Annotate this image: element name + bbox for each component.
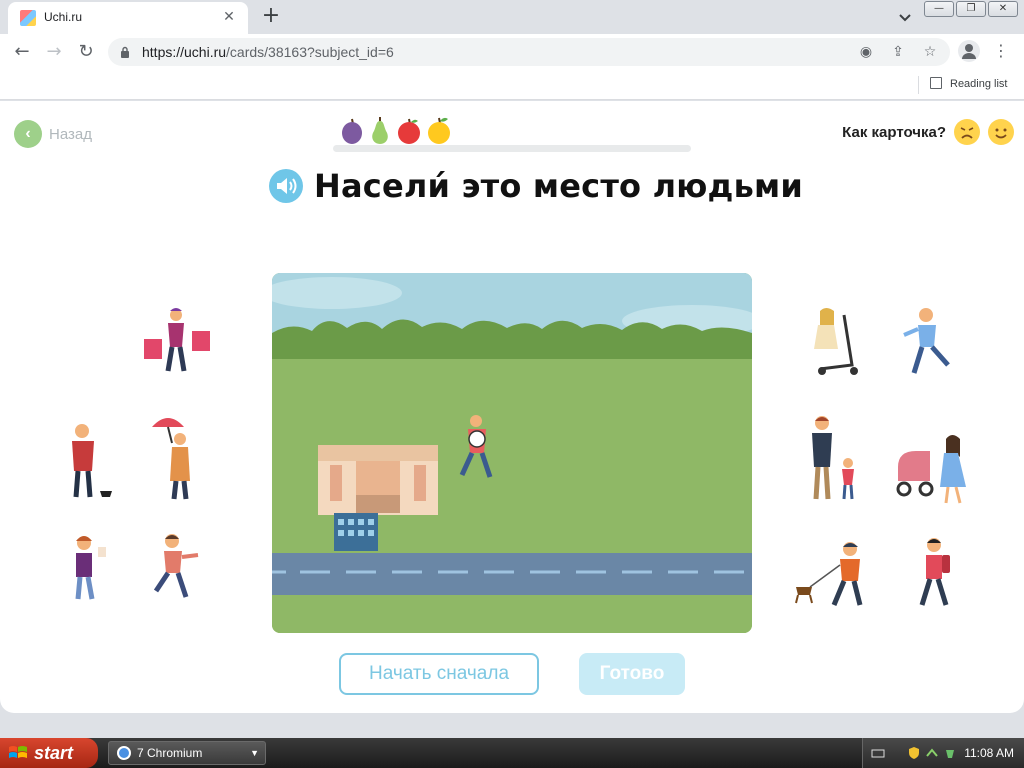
- chevron-down-icon[interactable]: [896, 8, 914, 26]
- done-button[interactable]: Готово: [579, 653, 685, 695]
- shield-icon[interactable]: [907, 746, 921, 760]
- address-bar[interactable]: https://uchi.ru/cards/38163?subject_id=6…: [108, 38, 950, 66]
- woman-with-umbrella-figure[interactable]: [150, 411, 206, 501]
- menu-kebab-icon[interactable]: ⋮: [992, 38, 1010, 64]
- reload-icon[interactable]: ↻: [74, 40, 98, 64]
- card-rating: Как карточка?: [842, 119, 1014, 145]
- browser-toolbar: ← → ↻ https://uchi.ru/cards/38163?subjec…: [0, 34, 1024, 70]
- recycle-icon[interactable]: [943, 746, 957, 760]
- start-label: start: [34, 743, 74, 763]
- windows-logo-icon: [9, 746, 27, 758]
- taskbar-item-label: 7 Chromium: [137, 746, 203, 760]
- bookmarks-bar: Reading list: [0, 70, 1024, 100]
- back-button[interactable]: ‹ Назад: [14, 120, 92, 148]
- new-tab-button[interactable]: +: [258, 4, 284, 30]
- network-icon[interactable]: [925, 746, 939, 760]
- scene-canvas[interactable]: [272, 273, 752, 633]
- url-text: https://uchi.ru/cards/38163?subject_id=6: [142, 44, 394, 60]
- tab-uchi[interactable]: Uchi.ru ✕: [8, 2, 248, 34]
- chevron-left-icon: ‹: [14, 120, 42, 148]
- share-icon[interactable]: ⇪: [888, 42, 908, 62]
- man-walking-dog-figure[interactable]: [790, 539, 880, 609]
- shopper-with-bags-figure[interactable]: [140, 305, 212, 377]
- progress-bar: [333, 145, 691, 152]
- taskbar-clock: 11:08 AM: [964, 746, 1014, 760]
- divider: [918, 76, 919, 94]
- eye-off-icon[interactable]: ◉: [856, 42, 876, 62]
- page-content: ‹ Назад Как карточка? Насели́ это место …: [0, 101, 1024, 713]
- girl-on-scooter-figure[interactable]: [804, 305, 864, 381]
- chromium-icon: [117, 746, 131, 760]
- profile-avatar-icon[interactable]: [958, 40, 980, 62]
- restart-button[interactable]: Начать сначала: [339, 653, 539, 695]
- man-with-dog-figure[interactable]: [60, 421, 116, 501]
- father-with-child-figure[interactable]: [804, 413, 864, 503]
- boy-with-backpack-figure[interactable]: [912, 535, 962, 609]
- taskbar: start 7 Chromium ▼ 11:08 AM: [0, 738, 1024, 768]
- keyboard-icon[interactable]: [871, 746, 885, 760]
- tab-title: Uchi.ru: [44, 10, 83, 24]
- lock-icon: [121, 46, 129, 58]
- reading-list-button[interactable]: Reading list: [930, 77, 1007, 90]
- url-host: https://uchi.ru: [142, 44, 227, 60]
- woman-with-coffee-figure[interactable]: [66, 533, 112, 603]
- apple-icon: [398, 118, 420, 144]
- star-icon[interactable]: ☆: [920, 42, 940, 62]
- window-controls: — ❐ ✕: [924, 1, 1018, 17]
- running-man-figure[interactable]: [900, 305, 960, 377]
- start-button[interactable]: start: [0, 738, 98, 768]
- tab-strip: Uchi.ru ✕ + — ❐ ✕: [0, 0, 1024, 34]
- reading-list-icon: [930, 77, 942, 89]
- close-tab-icon[interactable]: ✕: [220, 8, 238, 26]
- pear-icon: [372, 117, 388, 144]
- plum-icon: [342, 118, 362, 144]
- maximize-button[interactable]: ❐: [956, 1, 986, 17]
- page-title: Насели́ это место людьми: [314, 167, 803, 205]
- happy-face-icon[interactable]: [988, 119, 1014, 145]
- reading-list-label: Reading list: [950, 78, 1008, 90]
- caret-down-icon: ▼: [250, 748, 259, 758]
- close-window-button[interactable]: ✕: [988, 1, 1018, 17]
- speaker-icon[interactable]: [269, 169, 303, 203]
- rating-label: Как карточка?: [842, 123, 946, 141]
- running-boy-figure[interactable]: [146, 531, 202, 601]
- back-arrow-icon[interactable]: ←: [10, 40, 34, 64]
- system-tray: 11:08 AM: [862, 738, 1024, 768]
- sad-face-icon[interactable]: [954, 119, 980, 145]
- taskbar-chromium-group[interactable]: 7 Chromium ▼: [108, 741, 266, 765]
- minimize-button[interactable]: —: [924, 1, 954, 17]
- back-label: Назад: [49, 125, 92, 143]
- url-path: /cards/38163?subject_id=6: [226, 44, 394, 60]
- woman-with-stroller-figure[interactable]: [894, 431, 974, 505]
- lemon-icon: [428, 117, 450, 144]
- uchi-favicon-icon: [20, 10, 36, 26]
- forward-arrow-icon[interactable]: →: [42, 40, 66, 64]
